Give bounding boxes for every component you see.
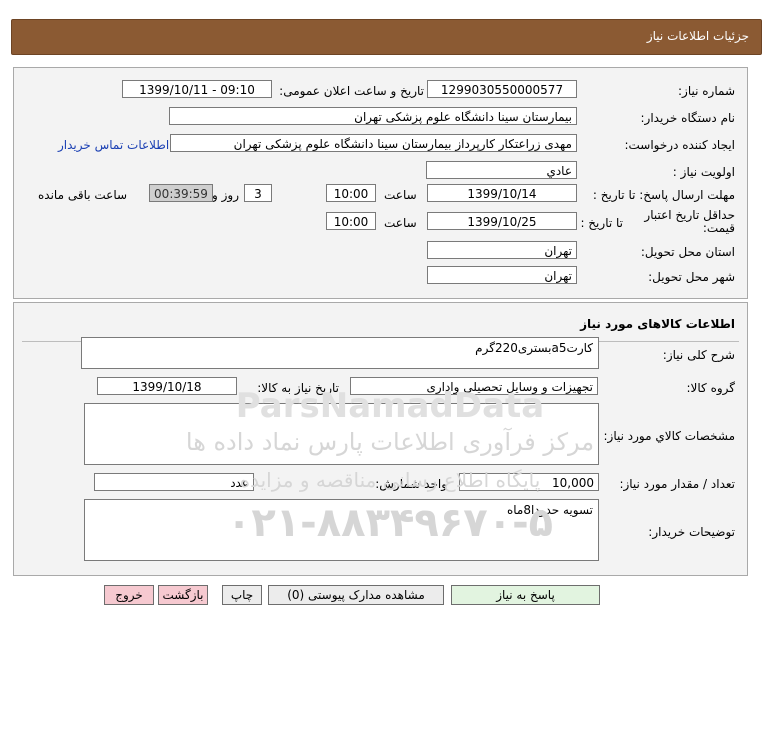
page-title: جزئیات اطلاعات نیاز xyxy=(646,29,749,43)
unit-label: واحد شمارش: xyxy=(375,477,447,491)
goods-section-title: اطلاعات کالاهای مورد نیاز xyxy=(580,317,735,331)
reply-button[interactable]: پاسخ به نیاز xyxy=(451,585,600,605)
validity-to-label: تا تاریخ : xyxy=(580,216,623,230)
specs-field xyxy=(84,403,599,465)
remaining-timer: 00:39:59 xyxy=(149,184,213,202)
city-label: شهر محل تحویل: xyxy=(648,270,735,284)
print-button[interactable]: چاپ xyxy=(222,585,262,605)
unit-field: عدد xyxy=(94,473,254,491)
province-label: استان محل تحویل: xyxy=(640,245,735,259)
buyer-contact-link[interactable]: اطلاعات تماس خریدار xyxy=(58,138,169,152)
deadline-time-label: ساعت xyxy=(384,188,417,202)
buyer-org-label: نام دستگاه خریدار: xyxy=(640,111,736,125)
requester-field: مهدی زراعتکار کارپرداز بیمارستان سینا دا… xyxy=(170,134,577,152)
summary-field: کارتa5بستری220گرم xyxy=(81,337,599,369)
announce-datetime-label: تاریخ و ساعت اعلان عمومی: xyxy=(279,84,424,98)
buyer-org-field: بیمارستان سینا دانشگاه علوم پزشکی تهران xyxy=(169,107,577,125)
validity-date-field: 1399/10/25 xyxy=(427,212,577,230)
validity-time-field: 10:00 xyxy=(326,212,376,230)
specs-label: مشخصات کالاي مورد نیاز: xyxy=(603,429,735,443)
priority-field: عادي xyxy=(426,161,577,179)
back-button[interactable]: بازگشت xyxy=(158,585,208,605)
need-number-field: 1299030550000577 xyxy=(427,80,577,98)
page-header: جزئیات اطلاعات نیاز xyxy=(11,19,762,55)
goods-group-label: گروه کالا: xyxy=(686,381,736,395)
goods-group-field: تجهیزات و وسایل تحصیلی واداری xyxy=(350,377,598,395)
buyer-notes-label: توضیحات خریدار: xyxy=(648,525,735,539)
quantity-field: 10,000 xyxy=(459,473,599,491)
city-field: تهران xyxy=(427,266,577,284)
priority-label: اولویت نیاز : xyxy=(672,165,735,179)
validity-label: حداقل تاریخ اعتبار قیمت: xyxy=(644,208,735,235)
requester-label: ایجاد کننده درخواست: xyxy=(624,138,735,152)
buyer-notes-field: تسویه حدودا8ماه xyxy=(84,499,599,561)
view-attachments-button[interactable]: مشاهده مدارک پیوستی (0) xyxy=(268,585,444,605)
announce-datetime-field: 1399/10/11 - 09:10 xyxy=(122,80,272,98)
need-date-label: تاریخ نیاز به کالا: xyxy=(257,381,339,395)
goods-panel: اطلاعات کالاهای مورد نیاز شرح کلی نیاز: … xyxy=(13,302,748,576)
need-date-field: 1399/10/18 xyxy=(97,377,237,395)
summary-label: شرح کلی نیاز: xyxy=(662,348,735,362)
remaining-label: ساعت باقی مانده xyxy=(38,188,128,202)
days-label: روز و xyxy=(212,188,239,202)
deadline-label: مهلت ارسال پاسخ: تا تاریخ : xyxy=(592,188,735,202)
deadline-time-field: 10:00 xyxy=(326,184,376,202)
need-info-panel: شماره نیاز: 1299030550000577 تاریخ و ساع… xyxy=(13,67,748,299)
validity-time-label: ساعت xyxy=(384,216,417,230)
days-remaining-field: 3 xyxy=(244,184,272,202)
exit-button[interactable]: خروج xyxy=(104,585,154,605)
need-number-label: شماره نیاز: xyxy=(678,84,735,98)
deadline-date-field: 1399/10/14 xyxy=(427,184,577,202)
province-field: تهران xyxy=(427,241,577,259)
quantity-label: تعداد / مقدار مورد نیاز: xyxy=(619,477,735,491)
